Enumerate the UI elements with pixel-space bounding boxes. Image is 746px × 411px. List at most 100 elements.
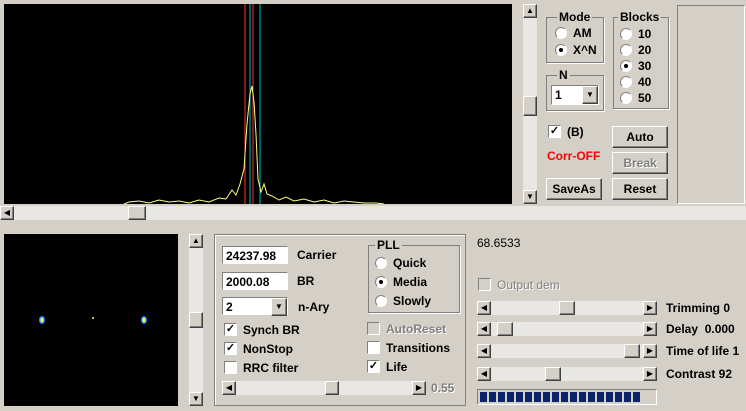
progress-segment — [615, 392, 622, 402]
scroll-left-button[interactable]: ◀ — [477, 344, 491, 358]
progress-segment — [516, 392, 523, 402]
slider-thumb[interactable] — [624, 344, 640, 358]
pll-group-title: PLL — [375, 238, 402, 252]
progress-segment — [534, 392, 541, 402]
spectrum-vscroll[interactable]: ▲ ▼ — [523, 4, 537, 204]
constellation-vscroll[interactable]: ▲ ▼ — [189, 234, 203, 406]
progress-segment — [570, 392, 577, 402]
radio-dot-selected — [555, 43, 567, 56]
progress-segment — [624, 392, 631, 402]
n-group-title: N — [557, 68, 570, 82]
scroll-up-button[interactable]: ▲ — [189, 234, 203, 248]
progress-segment — [561, 392, 568, 402]
mode-option-xn[interactable]: X^N — [555, 42, 597, 57]
time-of-life-slider[interactable]: ◀ ▶ — [477, 344, 657, 358]
progress-segment — [489, 392, 496, 402]
spectrum-plot — [123, 4, 385, 204]
progress-segment — [543, 392, 550, 402]
progress-segment — [597, 392, 604, 402]
progress-segment — [588, 392, 595, 402]
slider-thumb[interactable] — [545, 367, 561, 381]
chevron-down-icon[interactable]: ▼ — [271, 298, 287, 316]
reset-button[interactable]: Reset — [612, 178, 668, 200]
side-panel — [677, 5, 745, 204]
blocks-option-20[interactable]: 20 — [620, 42, 651, 57]
rolloff-slider[interactable]: ◀ ▶ — [222, 381, 426, 395]
break-button[interactable]: Break — [612, 152, 668, 174]
carrier-field[interactable]: 24237.98 — [222, 246, 288, 264]
scroll-up-button[interactable]: ▲ — [523, 4, 537, 18]
corr-status: Corr-OFF — [547, 149, 601, 163]
contrast-slider[interactable]: ◀ ▶ — [477, 367, 657, 381]
trimming-slider[interactable]: ◀ ▶ — [477, 301, 657, 315]
chevron-down-icon[interactable]: ▼ — [582, 86, 598, 104]
slider-thumb[interactable] — [325, 381, 339, 395]
auto-button[interactable]: Auto — [612, 126, 668, 148]
spectrum-trace — [123, 85, 385, 204]
blocks-option-50[interactable]: 50 — [620, 90, 651, 105]
scroll-right-button[interactable]: ▶ — [412, 381, 426, 395]
progress-segment — [606, 392, 613, 402]
scroll-right-button[interactable]: ▶ — [643, 301, 657, 315]
b-checkbox[interactable]: ✓ (B) — [548, 124, 584, 139]
rrc-filter-checkbox[interactable]: RRC filter — [224, 360, 298, 375]
slider-thumb[interactable] — [559, 301, 575, 315]
scroll-left-button[interactable]: ◀ — [477, 322, 491, 336]
pll-option-media[interactable]: Media — [375, 274, 427, 289]
mode-group-title: Mode — [557, 10, 593, 24]
synch-br-checkbox[interactable]: ✓ Synch BR — [224, 322, 300, 337]
scroll-left-button[interactable]: ◀ — [222, 381, 236, 395]
scroll-right-button[interactable]: ▶ — [643, 322, 657, 336]
n-group: N 1 ▼ — [546, 68, 604, 111]
readout-value: 68.6533 — [477, 236, 521, 250]
n-select[interactable]: 1 ▼ — [551, 85, 599, 105]
blocks-group-title: Blocks — [618, 10, 662, 24]
scroll-left-button[interactable]: ◀ — [477, 367, 491, 381]
scroll-thumb[interactable] — [523, 96, 537, 116]
mode-group: Mode AM X^N — [546, 10, 604, 63]
progress-segment — [480, 392, 487, 402]
carrier-label: Carrier — [297, 248, 337, 262]
blocks-option-30[interactable]: 30 — [620, 58, 651, 73]
hscroll-thumb[interactable] — [128, 206, 146, 220]
progress-segment — [507, 392, 514, 402]
br-label: BR — [297, 274, 315, 288]
autoreset-checkbox[interactable]: AutoReset — [367, 321, 446, 336]
spectrum-hscroll[interactable]: ◀ — [0, 206, 746, 220]
output-dem-checkbox[interactable]: Output dem — [478, 277, 560, 292]
slider-thumb[interactable] — [497, 322, 513, 336]
mode-option-am[interactable]: AM — [555, 25, 592, 40]
pll-option-quick[interactable]: Quick — [375, 255, 426, 270]
delay-slider[interactable]: ◀ ▶ — [477, 322, 657, 336]
progress-segment — [498, 392, 505, 402]
symbol-center — [92, 317, 94, 319]
delay-label: Delay 0.000 — [666, 322, 735, 336]
scroll-down-button[interactable]: ▼ — [523, 190, 537, 204]
constellation-plot — [39, 316, 147, 324]
spectrum-display — [4, 4, 512, 204]
nonstop-checkbox[interactable]: ✓ NonStop — [224, 341, 293, 356]
saveas-button[interactable]: SaveAs — [546, 178, 602, 200]
br-field[interactable]: 2000.08 — [222, 272, 288, 290]
progress-segment — [579, 392, 586, 402]
rolloff-value: 0.55 — [431, 381, 455, 395]
nary-label: n-Ary — [298, 300, 330, 314]
pll-option-slowly[interactable]: Slowly — [375, 293, 431, 308]
nary-select[interactable]: 2 ▼ — [222, 297, 288, 316]
constellation-display — [4, 234, 178, 406]
scroll-down-button[interactable]: ▼ — [189, 392, 203, 406]
scroll-right-button[interactable]: ▶ — [643, 344, 657, 358]
contrast-label: Contrast 92 — [666, 367, 733, 381]
blocks-option-10[interactable]: 10 — [620, 26, 651, 41]
scroll-right-button[interactable]: ▶ — [643, 367, 657, 381]
progress-bar — [477, 389, 657, 405]
blocks-option-40[interactable]: 40 — [620, 74, 651, 89]
transitions-checkbox[interactable]: Transitions — [367, 340, 450, 355]
scroll-left-button[interactable]: ◀ — [0, 206, 14, 220]
blocks-group: Blocks 10 20 30 40 50 — [613, 10, 669, 109]
trimming-label: Trimming 0 — [666, 301, 731, 315]
scroll-thumb[interactable] — [189, 312, 203, 328]
life-checkbox[interactable]: ✓ Life — [367, 359, 407, 374]
scroll-left-button[interactable]: ◀ — [477, 301, 491, 315]
progress-segment — [633, 392, 640, 402]
